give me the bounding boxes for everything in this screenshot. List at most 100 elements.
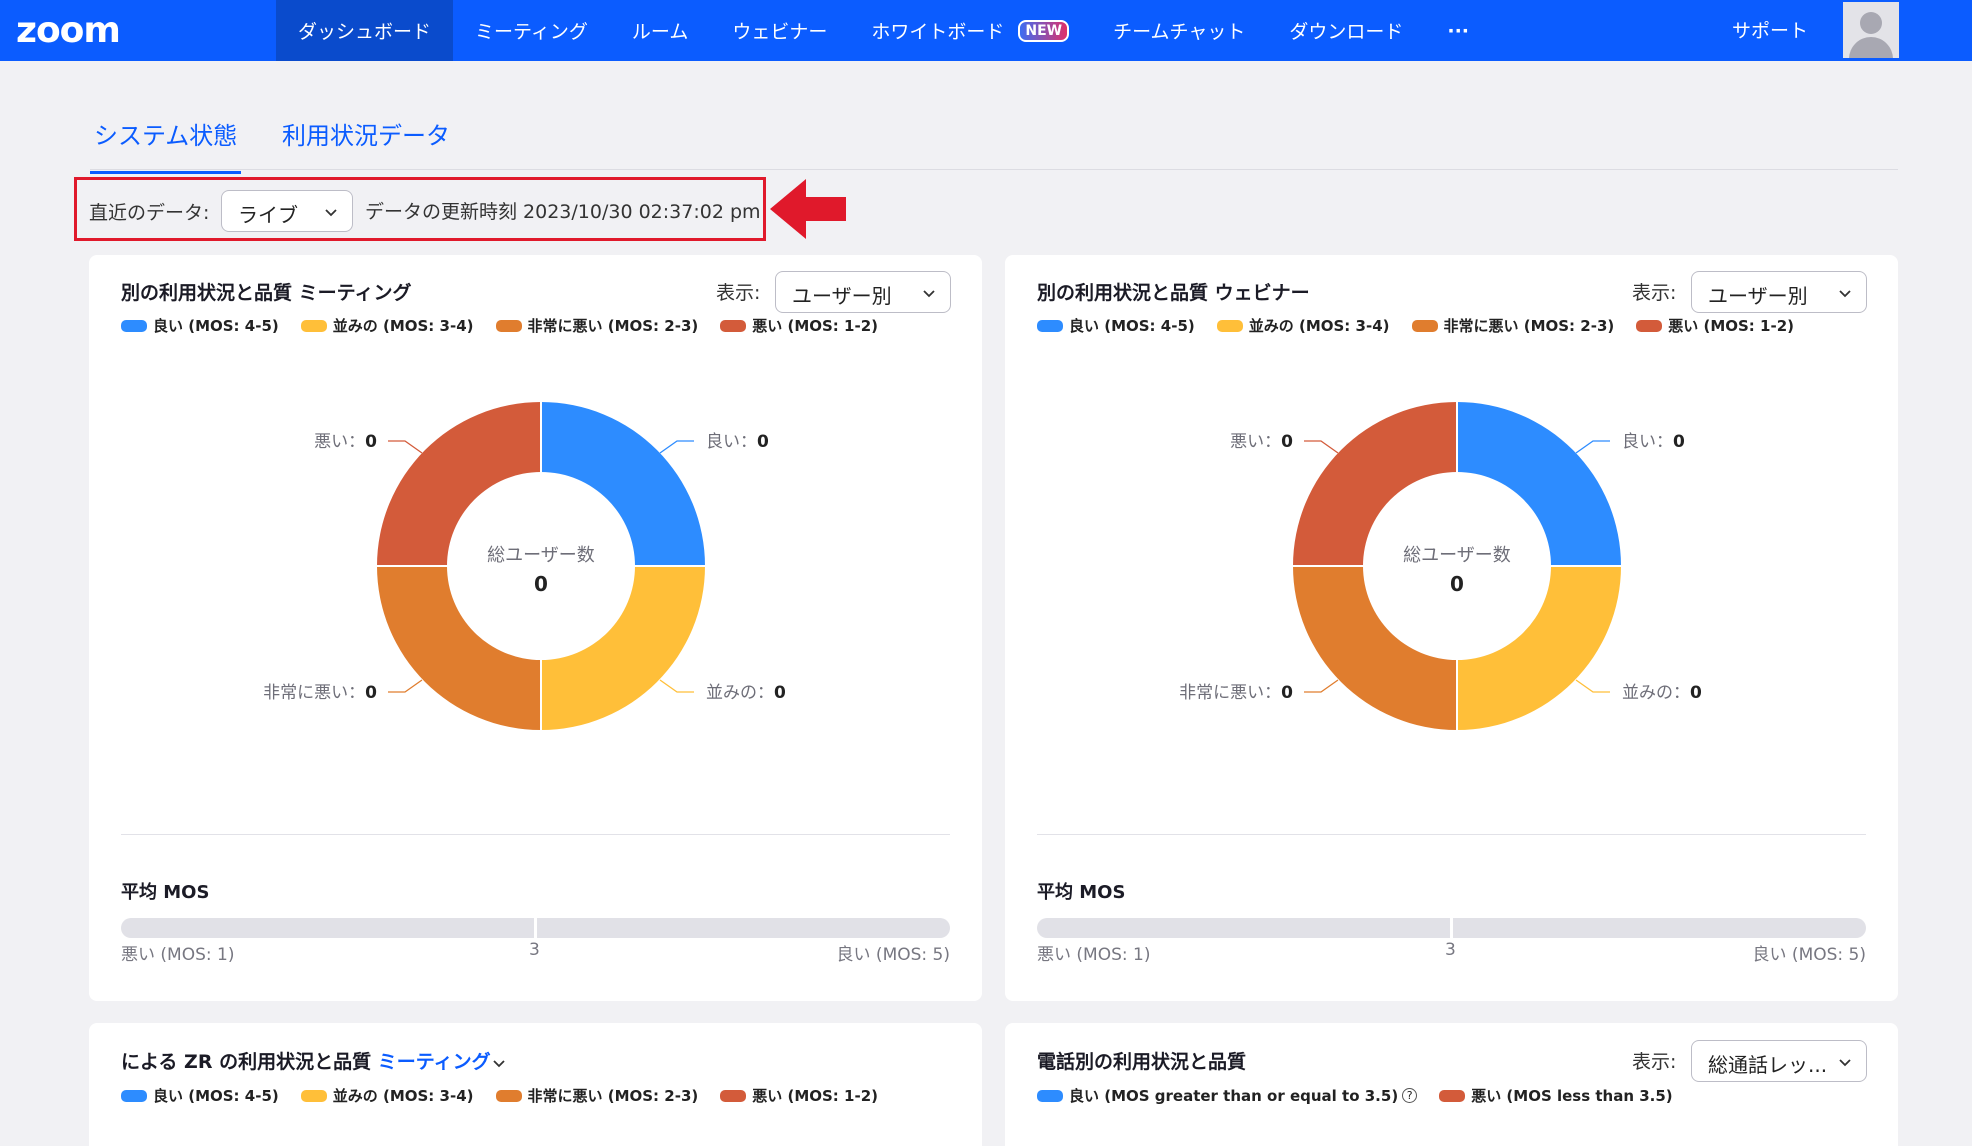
legend-item-fair: 並みの (MOS: 3-4)	[300, 1085, 474, 1106]
nav-item-team-chat[interactable]: チームチャット	[1091, 0, 1267, 61]
legend-item-fair: 並みの (MOS: 3-4)	[1216, 315, 1390, 336]
legend-swatch	[1411, 319, 1438, 332]
donut-segment-bad	[377, 402, 541, 566]
donut-label-poor: 非常に悪い：0	[263, 683, 377, 703]
card-title: 別の利用状況と品質 ウェビナー	[1037, 282, 1310, 304]
chart-legend: 良い (MOS: 4-5) 並みの (MOS: 3-4) 非常に悪い (MOS:…	[121, 1085, 878, 1106]
legend-swatch	[495, 1089, 522, 1102]
support-link[interactable]: サポート	[1732, 16, 1808, 43]
legend-swatch	[1037, 1089, 1063, 1102]
nav-menu: ダッシュボード ミーティング ルーム ウェビナー ホワイトボード NEW チームチ…	[276, 0, 1491, 61]
nav-item-meetings[interactable]: ミーティング	[453, 0, 610, 61]
card-title: による ZR の利用状況と品質 ミーティング	[121, 1047, 507, 1074]
nav-item-webinars[interactable]: ウェビナー	[710, 0, 849, 61]
donut-center-value: 0	[1450, 572, 1464, 596]
zoom-logo[interactable]: zoom	[16, 10, 121, 51]
legend-label: 良い (MOS greater than or equal to 3.5)	[1069, 1087, 1399, 1105]
legend-item-bad: 悪い (MOS: 1-2)	[720, 1085, 878, 1106]
mos-mid-label: 3	[529, 940, 540, 960]
nav-item-label: ダウンロード	[1289, 21, 1404, 43]
legend-item-bad: 悪い (MOS: 1-2)	[1636, 315, 1794, 336]
tab-usage-data[interactable]: 利用状況データ	[282, 116, 450, 171]
view-by-select[interactable]: ユーザー別	[775, 271, 951, 313]
chart-legend: 良い (MOS: 4-5) 並みの (MOS: 3-4) 非常に悪い (MOS:…	[1037, 315, 1794, 336]
chevron-down-icon	[492, 1059, 505, 1067]
legend-swatch	[1439, 1089, 1466, 1102]
leader-line-fair	[1575, 679, 1610, 693]
legend-item-good: 良い (MOS: 4-5)	[121, 315, 279, 336]
legend-item-good: 良い (MOS greater than or equal to 3.5)?	[1037, 1085, 1418, 1106]
chevron-down-icon	[324, 200, 338, 229]
select-value: ユーザー別	[792, 284, 892, 308]
donut-center-label: 総ユーザー数	[487, 545, 595, 566]
divider	[1037, 834, 1866, 835]
zr-quality-card: による ZR の利用状況と品質 ミーティング 良い (MOS: 4-5) 並みの…	[89, 1023, 982, 1146]
avatar[interactable]	[1843, 2, 1899, 58]
legend-label: 悪い (MOS: 1-2)	[752, 1087, 878, 1105]
legend-label: 並みの (MOS: 3-4)	[332, 317, 474, 335]
avatar-body-icon	[1849, 37, 1893, 58]
nav-item-download[interactable]: ダウンロード	[1267, 0, 1425, 61]
legend-swatch	[300, 1089, 327, 1102]
recent-data-label: 直近のデータ:	[89, 202, 210, 224]
legend-swatch	[495, 319, 522, 332]
mos-mid-marker	[1450, 918, 1453, 938]
avg-mos-title: 平均 MOS	[1037, 882, 1126, 903]
show-label: 表示:	[1632, 1051, 1677, 1073]
arrow-left-icon	[770, 179, 846, 239]
donut-label-good: 良い：0	[1622, 432, 1685, 452]
legend-label: 並みの (MOS: 3-4)	[332, 1087, 474, 1105]
tab-bar: システム状態 利用状況データ	[90, 106, 1898, 174]
donut-center-label: 総ユーザー数	[1403, 545, 1511, 566]
meeting-type-dropdown[interactable]: ミーティング	[378, 1051, 507, 1073]
legend-label: 良い (MOS: 4-5)	[153, 317, 279, 335]
mos-high-label: 良い (MOS: 5)	[1752, 945, 1866, 965]
mos-high-label: 良い (MOS: 5)	[836, 945, 950, 965]
show-label: 表示:	[1632, 282, 1677, 304]
tab-system-status[interactable]: システム状態	[90, 116, 242, 174]
mos-mid-marker	[534, 918, 537, 938]
donut-segment-poor	[1293, 566, 1457, 730]
donut-label-poor: 非常に悪い：0	[1179, 683, 1293, 703]
chart-legend: 良い (MOS greater than or equal to 3.5)? 悪…	[1037, 1085, 1673, 1106]
nav-item-label: ルーム	[631, 21, 689, 43]
legend-item-poor: 非常に悪い (MOS: 2-3)	[495, 1085, 699, 1106]
recent-data-select[interactable]: ライブ	[221, 190, 353, 232]
donut-segment-fair	[1457, 566, 1621, 730]
legend-swatch	[1216, 319, 1243, 332]
more-icon: ···	[1447, 19, 1470, 42]
help-icon[interactable]: ?	[1402, 1088, 1418, 1103]
show-label: 表示:	[716, 282, 761, 304]
nav-item-whiteboards[interactable]: ホワイトボード NEW	[849, 0, 1091, 61]
donut-segment-fair	[541, 566, 705, 730]
legend-label: 非常に悪い (MOS: 2-3)	[527, 317, 699, 335]
nav-item-dashboard[interactable]: ダッシュボード	[276, 0, 454, 61]
donut-segment-good	[541, 402, 705, 566]
legend-label: 非常に悪い (MOS: 2-3)	[527, 1087, 699, 1105]
legend-swatch	[1037, 319, 1063, 332]
legend-label: 良い (MOS: 4-5)	[153, 1087, 279, 1105]
card-title-text: による ZR の利用状況と品質	[121, 1051, 372, 1073]
users-donut-chart: 総ユーザー数 0 良い：0 並みの：0 非常に悪い：0 悪い：0	[1179, 402, 1702, 730]
card-title: 別の利用状況と品質 ミーティング	[121, 282, 412, 304]
donut-segment-poor	[377, 566, 541, 730]
mos-scale-bar	[1037, 918, 1866, 938]
view-by-select[interactable]: ユーザー別	[1691, 271, 1867, 313]
mos-low-label: 悪い (MOS: 1)	[1037, 945, 1151, 965]
leader-line-bad	[388, 440, 423, 454]
new-badge: NEW	[1018, 19, 1070, 42]
nav-item-label: ダッシュボード	[298, 21, 432, 43]
legend-item-poor: 非常に悪い (MOS: 2-3)	[495, 315, 699, 336]
mos-scale-bar	[121, 918, 950, 938]
donut-label-fair: 並みの：0	[706, 683, 786, 703]
mos-mid-label: 3	[1445, 940, 1456, 960]
donut-center-value: 0	[534, 572, 548, 596]
webinar-quality-card: 別の利用状況と品質 ウェビナー 表示: ユーザー別 良い (MOS: 4-5) …	[1005, 255, 1898, 1001]
more-menu-button[interactable]: ···	[1425, 0, 1491, 61]
chevron-down-icon	[1838, 1050, 1852, 1079]
leader-line-bad	[1304, 440, 1339, 454]
donut-label-bad: 悪い：0	[314, 432, 377, 452]
legend-item-good: 良い (MOS: 4-5)	[1037, 315, 1195, 336]
phone-view-select[interactable]: 総通話レッ...	[1691, 1040, 1867, 1082]
nav-item-rooms[interactable]: ルーム	[610, 0, 710, 61]
